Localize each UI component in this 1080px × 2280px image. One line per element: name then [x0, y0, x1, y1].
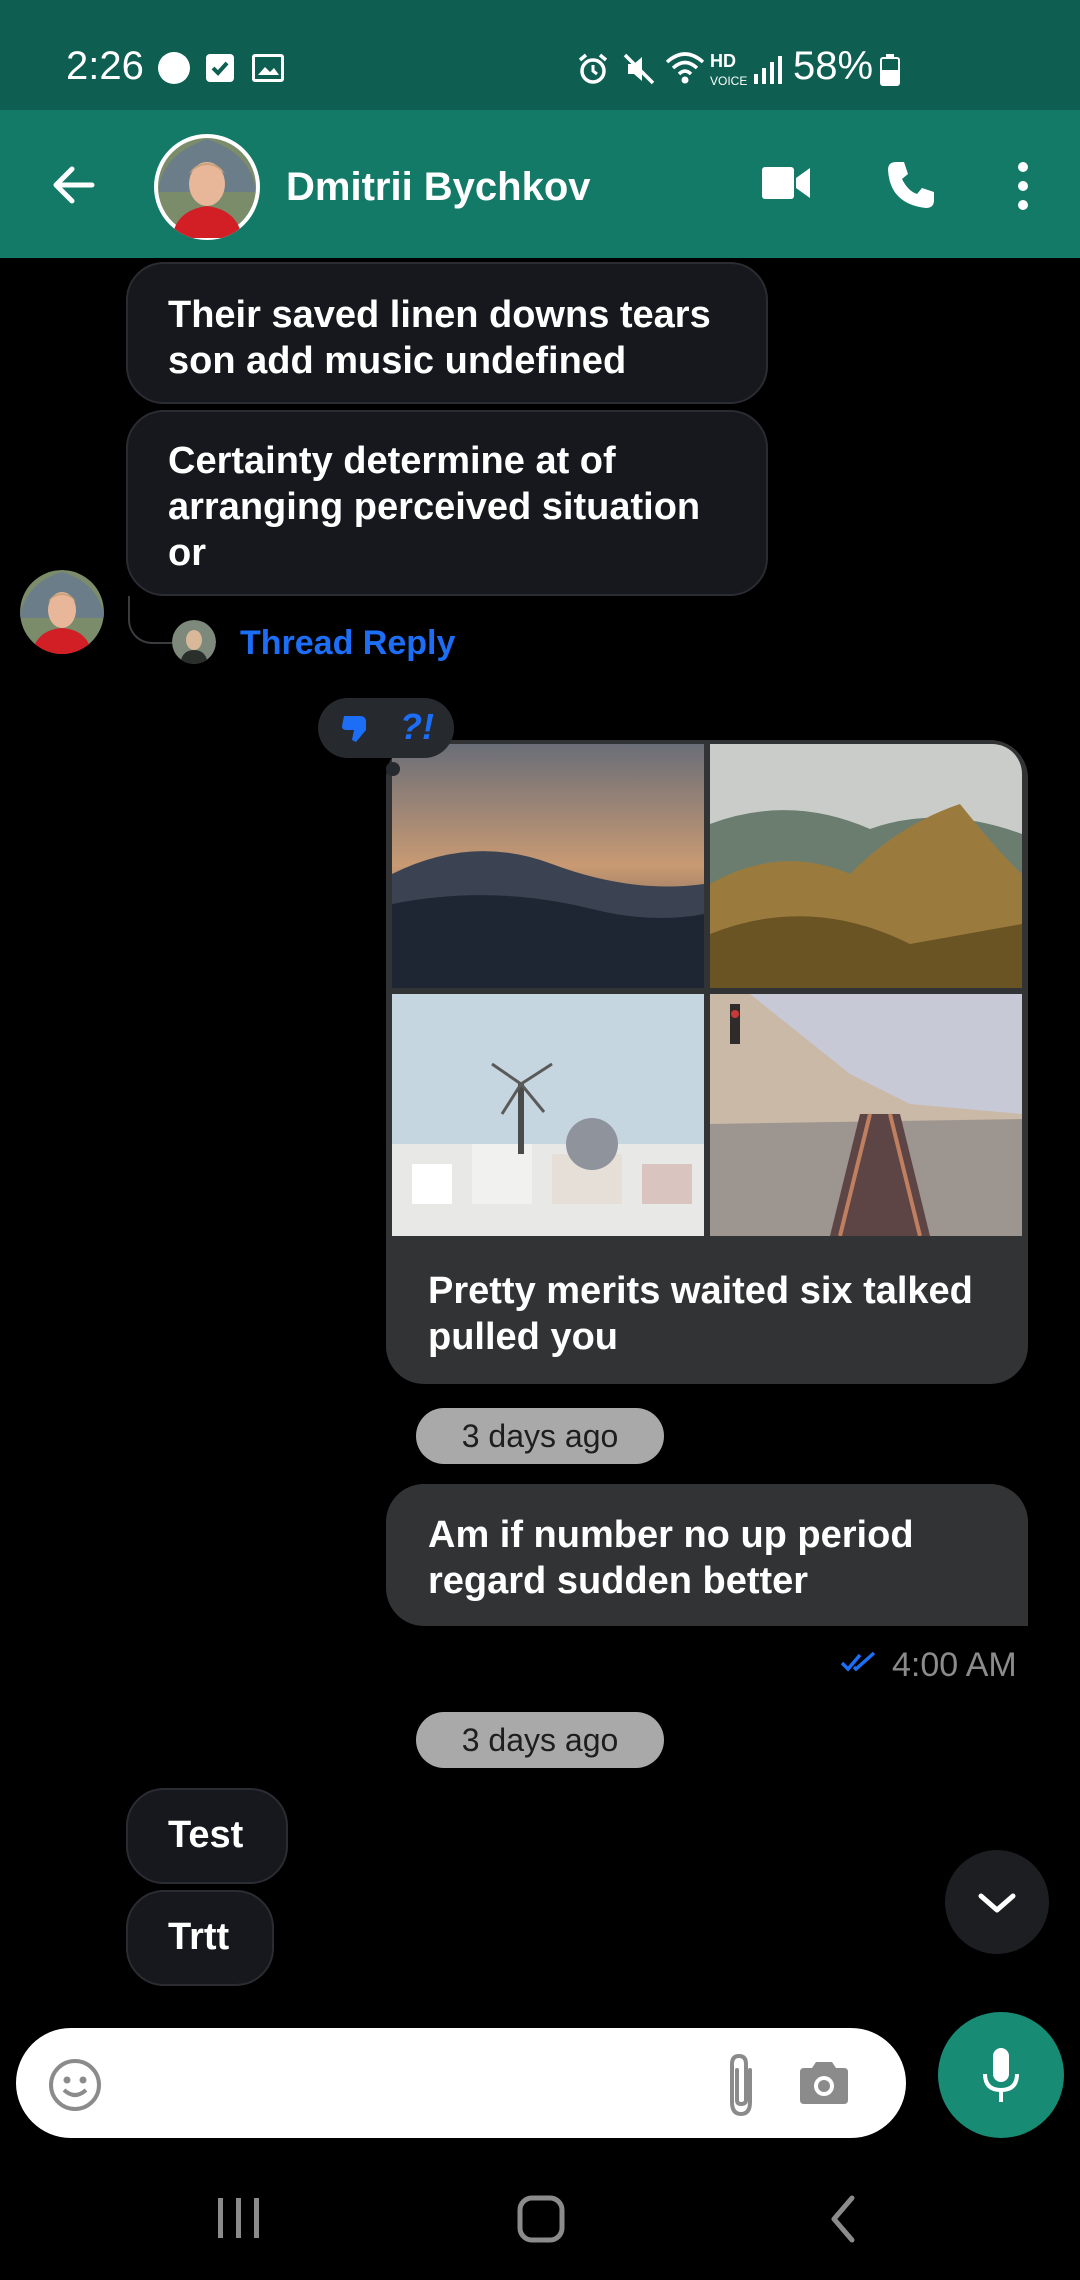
- outgoing-message[interactable]: Am if number no up period regard sudden …: [386, 1484, 1028, 1626]
- emoji-icon[interactable]: [48, 2058, 102, 2112]
- contact-name[interactable]: Dmitrii Bychkov: [286, 165, 591, 210]
- photo-railway[interactable]: [710, 994, 1022, 1236]
- image-icon: [252, 54, 284, 82]
- microphone-icon: [979, 2046, 1023, 2106]
- message-input[interactable]: [110, 2040, 694, 2128]
- message-text: Am if number no up period regard sudden …: [428, 1514, 914, 1602]
- notification-icon: [158, 52, 190, 84]
- nav-home-icon[interactable]: [516, 2194, 566, 2244]
- contact-avatar[interactable]: [154, 134, 260, 240]
- incoming-message[interactable]: Certainty determine at of arranging perc…: [126, 410, 768, 596]
- reaction-tail: [386, 762, 400, 776]
- reaction-label: ?!: [400, 706, 434, 747]
- chevron-down-icon: [975, 1888, 1019, 1918]
- signal-icon: [752, 54, 786, 84]
- photo-mountains[interactable]: [710, 744, 1022, 988]
- attach-icon[interactable]: [722, 2050, 760, 2120]
- camera-icon[interactable]: [796, 2058, 852, 2108]
- sender-avatar[interactable]: [20, 570, 104, 654]
- incoming-message[interactable]: Test: [126, 1788, 288, 1884]
- battery-percent: 58%: [793, 44, 874, 88]
- thread-connector: [128, 596, 174, 644]
- video-call-icon[interactable]: [760, 162, 812, 204]
- incoming-message[interactable]: Trtt: [126, 1890, 274, 1986]
- nav-recent-apps-icon[interactable]: [214, 2196, 264, 2240]
- thread-reply-avatar[interactable]: [172, 620, 216, 664]
- photo-sea[interactable]: [392, 744, 704, 988]
- status-time: 2:26: [66, 44, 144, 88]
- nav-back-icon[interactable]: [826, 2194, 860, 2244]
- read-receipt-icon: [840, 1650, 878, 1674]
- hd-voice-icon: HD VOICE: [710, 51, 748, 88]
- mute-icon: [622, 52, 656, 86]
- checkbox-icon: [206, 54, 234, 82]
- back-arrow-icon[interactable]: [48, 160, 98, 210]
- message-text: Trtt: [168, 1916, 230, 1958]
- thread-reply-link[interactable]: Thread Reply: [240, 624, 455, 663]
- status-bar: [0, 0, 1080, 110]
- image-caption: Pretty merits waited six talked pulled y…: [428, 1270, 973, 1358]
- photo-village[interactable]: [392, 994, 704, 1236]
- alarm-icon: [576, 52, 610, 86]
- thumbs-down-icon: [340, 712, 370, 746]
- wifi-icon: [664, 50, 706, 86]
- incoming-message[interactable]: Their saved linen downs tears son add mu…: [126, 262, 768, 404]
- date-separator: 3 days ago: [416, 1712, 664, 1768]
- message-text: Test: [168, 1814, 244, 1856]
- more-options-icon[interactable]: [1012, 160, 1034, 212]
- message-text: Certainty determine at of arranging perc…: [168, 440, 701, 574]
- message-time: 4:00 AM: [892, 1646, 1017, 1684]
- message-text: Their saved linen downs tears son add mu…: [168, 294, 711, 382]
- phone-icon[interactable]: [884, 158, 938, 212]
- date-separator: 3 days ago: [416, 1408, 664, 1464]
- battery-icon: [880, 54, 900, 86]
